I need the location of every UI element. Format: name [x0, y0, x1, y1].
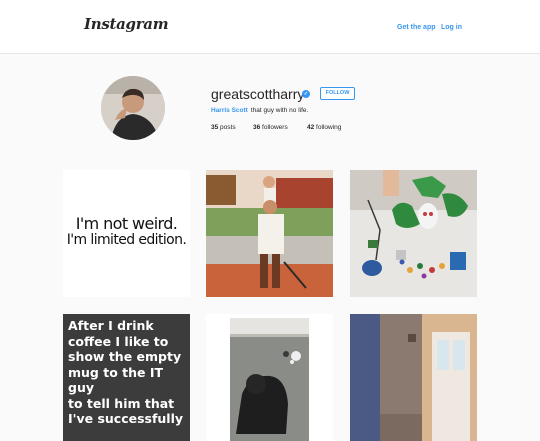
post-quote-line: I'm not weird.	[75, 214, 178, 233]
post-quote-line: After I drink	[68, 318, 154, 333]
verified-badge-icon: ✓	[302, 90, 310, 98]
post-quote-text: I'm not weird. I'm limited edition.	[63, 214, 190, 249]
post-quote-line: coffee I like to	[68, 333, 169, 349]
post-tile[interactable]	[350, 170, 477, 297]
profile-username: greatscottharry	[211, 86, 305, 102]
followers-stat[interactable]: 36 followers	[253, 124, 288, 131]
following-count: 42	[307, 124, 315, 131]
followers-label: followers	[262, 124, 288, 131]
profile-bio-text: that guy with no life.	[250, 107, 309, 114]
post-tile[interactable]	[206, 170, 333, 297]
post-photo	[350, 314, 477, 441]
posts-count: 35	[211, 124, 219, 131]
post-tile[interactable]	[206, 314, 333, 441]
posts-label: posts	[220, 124, 236, 131]
log-in-link[interactable]: Log in	[441, 24, 462, 31]
post-photo	[206, 170, 333, 297]
post-photo	[350, 170, 477, 297]
instagram-logo[interactable]: Instagram	[84, 15, 169, 33]
post-quote-line: to tell him that	[68, 395, 175, 411]
post-photo	[206, 314, 333, 441]
profile-full-name: Harris Scott	[211, 107, 248, 114]
top-navigation-bar: Instagram Get the app Log in	[0, 0, 540, 54]
post-quote-line: mug to the IT guy	[68, 364, 164, 396]
profile-avatar[interactable]	[101, 76, 165, 140]
follow-button[interactable]: FOLLOW	[320, 87, 355, 100]
post-tile[interactable]	[350, 314, 477, 441]
following-label: following	[316, 124, 342, 131]
followers-count: 36	[253, 124, 261, 131]
posts-stat: 35 posts	[211, 124, 236, 131]
post-quote-line: I've successfully	[68, 411, 184, 426]
post-quote-line: show the empty	[68, 349, 182, 364]
following-stat[interactable]: 42 following	[307, 124, 341, 131]
post-tile[interactable]: I'm not weird. I'm limited edition.	[63, 170, 190, 297]
post-tile[interactable]: After I drink coffee I like to show the …	[63, 314, 190, 441]
post-quote-text: After I drink coffee I like to show the …	[68, 318, 190, 427]
get-the-app-link[interactable]: Get the app	[397, 24, 436, 31]
avatar-photo	[101, 76, 165, 140]
post-quote-line: I'm limited edition.	[66, 232, 187, 248]
profile-bio: Harris Scott that guy with no life.	[211, 107, 308, 114]
